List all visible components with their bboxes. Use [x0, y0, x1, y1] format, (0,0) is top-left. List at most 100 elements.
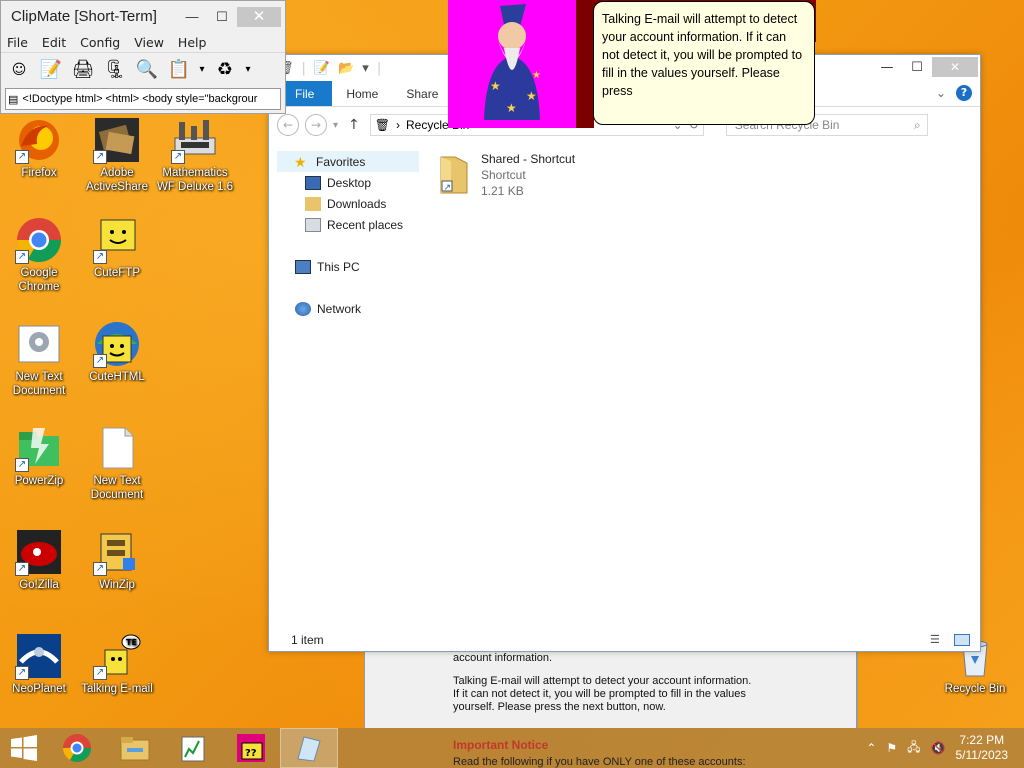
notice-text: Read the following if you have ONLY one … [453, 756, 746, 768]
recent-locations-icon[interactable]: ▾ [333, 120, 338, 131]
customize-qat-icon[interactable]: ▾ [362, 61, 369, 76]
maximize-button[interactable]: ☐ [902, 57, 932, 79]
menu-config[interactable]: Config [80, 35, 120, 50]
clipmate-titlebar[interactable]: ClipMate [Short-Term] — ☐ ✕ [1, 1, 285, 32]
windows-logo-icon [11, 735, 37, 761]
computer-icon [295, 259, 311, 274]
nav-item-recent-places[interactable]: Recent places [277, 214, 419, 235]
find-icon[interactable]: 🔍 [133, 56, 161, 84]
svg-text:★: ★ [532, 70, 541, 81]
paste-dropdown-icon[interactable]: ▾ [197, 56, 207, 84]
desktop-icon-new-text-2[interactable]: New Text Document [78, 424, 156, 502]
wizard-character-icon: ★ ★ ★ ★ [484, 4, 541, 120]
desktop-icon-winzip[interactable]: ↗ WinZip [78, 528, 156, 592]
agent-speech-balloon[interactable]: Talking E-mail will attempt to detect yo… [593, 1, 815, 125]
search-icon[interactable]: ⌕ [914, 118, 921, 133]
clock-date: 5/11/2023 [955, 748, 1009, 762]
desktop-icon-mathematics[interactable]: ↗ Mathematics WF Deluxe 1.6 [156, 116, 234, 194]
desktop-icon-chrome[interactable]: ↗ Google Chrome [0, 216, 78, 294]
recycle-dropdown-icon[interactable]: ▾ [243, 56, 253, 84]
neoplanet-icon: ↗ [15, 632, 63, 680]
network-tray-icon[interactable]: 🖧 [907, 738, 920, 759]
menu-edit[interactable]: Edit [42, 35, 66, 50]
quick-access-toolbar: 🗑 | 📝 📂 ▾ | [277, 61, 381, 76]
file-name: Shared - Shortcut [481, 152, 576, 166]
volume-muted-icon[interactable]: 🔇 [931, 741, 946, 755]
file-item-shared-shortcut[interactable]: ↗ Shared - Shortcut Shortcut 1.21 KB [437, 151, 575, 199]
tab-home[interactable]: Home [332, 81, 392, 106]
clipmate-minimize-button[interactable]: — [177, 6, 207, 28]
paste-icon[interactable]: 📋 [165, 56, 193, 84]
dialog-line-1: Talking E-mail will attempt to detect yo… [453, 675, 752, 687]
desktop-icon-neoplanet[interactable]: ↗ NeoPlanet [0, 632, 78, 696]
expand-ribbon-icon[interactable]: ⌄ [936, 86, 946, 100]
item-count: 1 item [291, 633, 324, 647]
tab-share[interactable]: Share [392, 81, 452, 106]
clock-time: 7:22 PM [959, 733, 1005, 747]
desktop-icon-adobe-activeshare[interactable]: ↗ Adobe ActiveShare [78, 116, 156, 194]
desktop-icon-golzilla[interactable]: ↗ Go!Zilla [0, 528, 78, 592]
taskbar-chrome[interactable] [48, 728, 106, 768]
notice-title: Important Notice [453, 738, 549, 752]
close-button[interactable]: ✕ [932, 57, 978, 77]
large-icons-view-icon[interactable] [954, 634, 970, 646]
clip-preview-text: <!Doctype html> <html> <body style="back… [22, 93, 258, 105]
nav-item-desktop[interactable]: Desktop [277, 172, 419, 193]
start-button[interactable] [0, 728, 48, 768]
nav-item-this-pc[interactable]: This PC [277, 256, 419, 277]
clipmate-close-button[interactable]: ✕ [237, 6, 281, 27]
navigation-pane: ★ Favorites Desktop Downloads Recent pla… [277, 151, 419, 319]
file-list: ↗ Shared - Shortcut Shortcut 1.21 KB [437, 151, 575, 199]
menu-view[interactable]: View [134, 35, 164, 50]
menu-file[interactable]: File [7, 35, 28, 50]
svg-text:★: ★ [490, 79, 501, 93]
desktop-icon-cuteftp[interactable]: ↗ CuteFTP [78, 216, 156, 280]
file-explorer-window[interactable]: 🗑 | 📝 📂 ▾ | — ☐ ✕ File Home Share ⌄ ? ← … [268, 54, 981, 652]
nav-item-network[interactable]: Network [277, 298, 419, 319]
svg-text:★: ★ [506, 101, 517, 115]
show-hidden-icons-icon[interactable]: ⌃ [866, 741, 876, 755]
breadcrumb-chevron-icon[interactable]: › [396, 118, 400, 132]
taskbar-file-explorer[interactable] [106, 728, 164, 768]
desktop-icon-talking-email[interactable]: TE ↗ Talking E-mail [78, 632, 156, 696]
nav-item-favorites[interactable]: ★ Favorites [277, 151, 419, 172]
taskbar-mathematics[interactable] [164, 728, 222, 768]
taskbar-talking-email[interactable] [280, 728, 338, 768]
merlin-agent[interactable]: ★ ★ ★ ★ [448, 0, 576, 128]
properties-icon[interactable]: 📝 [314, 61, 330, 76]
vertical-scrollbar[interactable] [972, 151, 978, 623]
up-button[interactable]: ↑ [348, 117, 360, 133]
clipmate-window[interactable]: ClipMate [Short-Term] — ☐ ✕ File Edit Co… [0, 0, 286, 114]
clipmate-menubar: File Edit Config View Help [1, 32, 285, 52]
network-icon [295, 301, 311, 316]
status-bar: 1 item ☰ [269, 629, 980, 651]
help-icon[interactable]: ? [956, 85, 972, 101]
recycle-clip-icon[interactable]: ♻ [211, 56, 239, 84]
print-icon[interactable]: 🖨 [69, 56, 97, 84]
talking-email-taskbar-icon [297, 736, 321, 762]
file-size: 1.21 KB [481, 184, 524, 198]
desktop-icon-powerzip[interactable]: ↗ PowerZip [0, 424, 78, 488]
glue-icon[interactable]: 🗜 [101, 56, 129, 84]
edit-clip-icon[interactable]: 📝 [37, 56, 65, 84]
gear-document-icon [15, 320, 63, 368]
nav-item-downloads[interactable]: Downloads [277, 193, 419, 214]
forward-button[interactable]: → [305, 114, 327, 136]
back-button[interactable]: ← [277, 114, 299, 136]
desktop-icon-firefox[interactable]: ↗ Firefox [0, 116, 78, 180]
desktop-icon-cutehtml[interactable]: ↗ CuteHTML [78, 320, 156, 384]
new-folder-icon[interactable]: 📂 [338, 61, 354, 76]
minimize-button[interactable]: — [872, 57, 902, 79]
desktop-icon-new-text-1[interactable]: New Text Document [0, 320, 78, 398]
taskbar-clipmate[interactable]: ?? [222, 728, 280, 768]
golzilla-icon: ↗ [15, 528, 63, 576]
clip-text-icon: ▤ [8, 93, 19, 106]
action-center-flag-icon[interactable]: ⚑ [886, 741, 897, 755]
details-view-icon[interactable]: ☰ [930, 634, 946, 646]
clip-preview-bar[interactable]: ▤ <!Doctype html> <html> <body style="ba… [5, 88, 281, 110]
clock[interactable]: 7:22 PM 5/11/2023 [956, 733, 1009, 763]
mathematics-icon: ↗ [171, 116, 219, 164]
clipmate-maximize-button[interactable]: ☐ [207, 6, 237, 28]
menu-help[interactable]: Help [178, 35, 207, 50]
smiley-toggle-icon[interactable]: ☺ [5, 56, 33, 84]
